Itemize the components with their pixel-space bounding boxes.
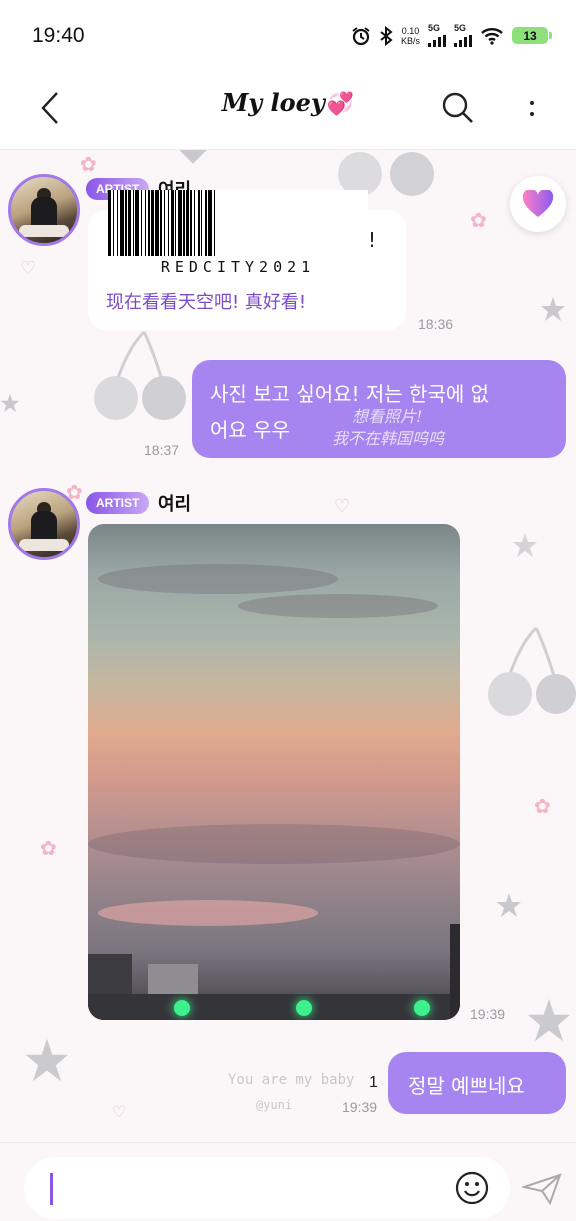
message-text-end: ! bbox=[368, 228, 377, 252]
signal-1-label: 5G bbox=[428, 23, 441, 33]
net-speed-unit: KB/s bbox=[400, 35, 420, 46]
translation-line1: 想看照片! bbox=[352, 407, 423, 426]
watermark-handle: @yuni bbox=[256, 1098, 293, 1112]
barcode-stripe bbox=[215, 190, 217, 256]
signal-2: 5G bbox=[454, 24, 472, 47]
message-bubble[interactable]: 정말 예쁘네요 bbox=[388, 1052, 566, 1114]
message-text-line1: 사진 보고 싶어요! 저는 한국에 없 bbox=[210, 382, 490, 406]
message-time: 19:39 bbox=[342, 1099, 378, 1115]
net-speed-value: 0.10 bbox=[401, 25, 420, 36]
star-decoration-icon bbox=[179, 150, 207, 164]
message-text-line2: 现在看看天空吧! 真好看! bbox=[106, 292, 307, 313]
net-speed: 0.10 KB/s bbox=[401, 26, 420, 46]
photo-pole bbox=[88, 994, 460, 1020]
wifi-icon bbox=[480, 27, 504, 45]
watermark-text: You are my baby bbox=[228, 1072, 355, 1088]
message-text-line2: 어요 우우 bbox=[210, 418, 290, 442]
title-wrap: My loey💞 bbox=[0, 88, 576, 117]
photo-cloud bbox=[98, 900, 318, 926]
emoji-button[interactable] bbox=[454, 1170, 490, 1206]
send-button[interactable] bbox=[520, 1169, 564, 1209]
message-input[interactable] bbox=[24, 1157, 510, 1219]
battery-icon: 13 bbox=[512, 27, 552, 44]
cherry-decoration-icon bbox=[94, 330, 186, 420]
star-decoration-icon bbox=[513, 533, 537, 557]
signal-bars-icon bbox=[454, 35, 472, 47]
photo-cloud bbox=[238, 594, 438, 618]
traffic-light bbox=[174, 1000, 190, 1016]
heart-decoration-icon: ♡ bbox=[112, 1102, 127, 1121]
chat-header: My loey💞 bbox=[0, 74, 576, 150]
translation-line2: 我不在韩国呜呜 bbox=[332, 429, 445, 448]
status-bar: 19:40 0.10 KB/s 5G 5G 13 bbox=[0, 0, 576, 74]
flower-decoration-icon: ✿ bbox=[40, 836, 57, 860]
heart-decoration-icon: ♡ bbox=[20, 258, 37, 279]
avatar-table bbox=[19, 539, 69, 551]
chat-area[interactable]: ✿ ✿ ✿ ✿ ✿ ♡ ♡ ♡ ARTIST 여리 ! 现在看看天空吧! 真好看… bbox=[0, 150, 576, 1140]
photo-cloud bbox=[98, 564, 338, 594]
flower-decoration-icon: ✿ bbox=[470, 208, 487, 232]
bluetooth-icon bbox=[379, 25, 393, 46]
message-text: 정말 예쁘네요 bbox=[408, 1074, 525, 1098]
barcode-sticker: REDCITY2021 bbox=[108, 190, 368, 282]
message-bubble[interactable]: 사진 보고 싶어요! 저는 한국에 없 어요 우우 想看照片! 我不在韩国呜呜 bbox=[192, 360, 566, 458]
star-decoration-icon bbox=[25, 1038, 69, 1082]
star-decoration-icon bbox=[0, 393, 20, 413]
emoji-icon bbox=[455, 1171, 489, 1205]
message-time: 19:39 bbox=[470, 1006, 506, 1022]
avatar[interactable] bbox=[8, 488, 80, 560]
star-decoration-icon bbox=[541, 297, 565, 321]
status-icons: 0.10 KB/s 5G 5G 13 bbox=[351, 24, 552, 47]
more-menu-button[interactable] bbox=[514, 88, 550, 128]
alarm-icon bbox=[351, 26, 371, 46]
message-time: 18:36 bbox=[418, 316, 454, 332]
photo-cloud bbox=[88, 824, 460, 864]
hearts-icon: 💞 bbox=[326, 92, 355, 117]
heart-icon bbox=[522, 190, 554, 217]
dot bbox=[530, 111, 534, 116]
text-cursor bbox=[50, 1173, 53, 1205]
traffic-light bbox=[414, 1000, 430, 1016]
signal-1: 5G bbox=[428, 24, 446, 47]
translation-overlay: 想看照片! 我不在韩国呜呜 bbox=[332, 406, 444, 450]
avatar-table bbox=[19, 225, 69, 237]
avatar[interactable] bbox=[8, 174, 80, 246]
heart-decoration-icon: ♡ bbox=[334, 496, 351, 517]
star-decoration-icon bbox=[527, 998, 571, 1042]
artist-badge: ARTIST bbox=[86, 492, 150, 514]
traffic-light bbox=[296, 1000, 312, 1016]
reaction-heart-button[interactable] bbox=[510, 176, 566, 232]
search-button[interactable] bbox=[438, 88, 478, 128]
photo-pole bbox=[450, 924, 460, 1020]
sky-photo[interactable] bbox=[88, 524, 460, 1020]
page-title: My loey bbox=[221, 88, 325, 117]
signal-bars-icon bbox=[428, 35, 446, 47]
sender-name: 여리 bbox=[158, 494, 192, 515]
search-icon bbox=[442, 92, 473, 123]
send-icon bbox=[522, 1173, 562, 1205]
composer bbox=[0, 1142, 576, 1221]
signal-2-label: 5G bbox=[454, 23, 467, 33]
barcode bbox=[108, 190, 368, 256]
flower-decoration-icon: ✿ bbox=[80, 152, 97, 176]
flower-decoration-icon: ✿ bbox=[534, 794, 551, 818]
star-decoration-icon bbox=[497, 893, 521, 917]
barcode-text: REDCITY2021 bbox=[160, 258, 316, 276]
message-time: 18:37 bbox=[144, 442, 180, 458]
read-count: 1 bbox=[369, 1074, 378, 1091]
dot bbox=[530, 100, 534, 105]
cherry-decoration-icon bbox=[488, 626, 576, 716]
status-time: 19:40 bbox=[32, 24, 85, 47]
